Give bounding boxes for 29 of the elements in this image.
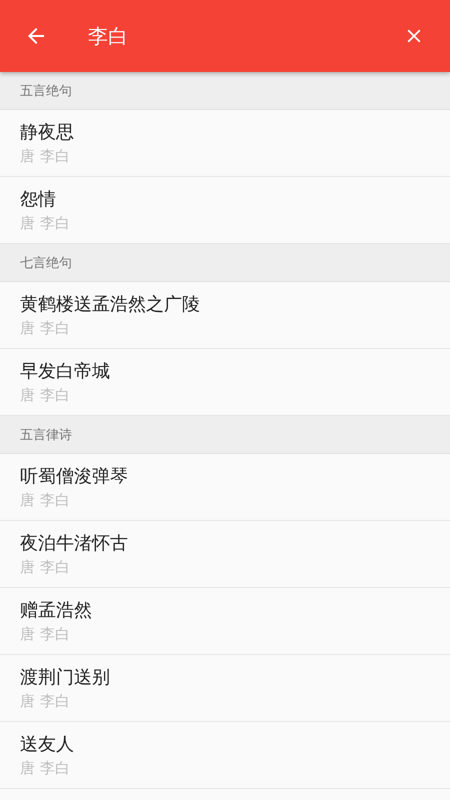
poem-author: 唐 李白: [20, 214, 71, 232]
poem-list-item[interactable]: 赠孟浩然 唐 李白: [0, 588, 450, 655]
section-title: 五言绝句: [20, 82, 72, 100]
page-title: 李白: [88, 22, 129, 50]
poem-title: 怨情: [20, 188, 57, 210]
poem-title: 静夜思: [20, 122, 75, 144]
poem-list-item[interactable]: 听蜀僧浚弹琴 唐 李白: [0, 454, 450, 521]
poem-author: 唐 李白: [20, 692, 71, 710]
poem-title: 夜泊牛渚怀古: [20, 532, 129, 554]
poem-author: 唐 李白: [20, 490, 71, 508]
poem-list-item[interactable]: 静夜思 唐 李白: [0, 110, 450, 177]
poem-title: 黄鹤楼送孟浩然之广陵: [20, 294, 201, 316]
poem-list-item[interactable]: 送友人 唐 李白: [0, 722, 450, 789]
poem-title: 赠孟浩然: [20, 600, 93, 622]
poem-author: 唐 李白: [20, 624, 71, 642]
poem-title: 听蜀僧浚弹琴: [20, 466, 129, 488]
poem-author: 唐 李白: [20, 558, 71, 576]
poem-author: 唐 李白: [20, 386, 71, 404]
poem-title: 渡荆门送别: [20, 666, 111, 688]
poem-author: 唐 李白: [20, 758, 71, 776]
poem-list-item[interactable]: 夜泊牛渚怀古 唐 李白: [0, 521, 450, 588]
poem-author: 唐 李白: [20, 146, 71, 164]
poem-author: 唐 李白: [20, 318, 71, 336]
poem-list-item[interactable]: 黄鹤楼送孟浩然之广陵 唐 李白: [0, 282, 450, 349]
poem-title: 送友人: [20, 734, 75, 756]
poem-list-item[interactable]: 渡荆门送别 唐 李白: [0, 655, 450, 722]
section-title: 五言律诗: [20, 426, 72, 444]
section-title: 七言绝句: [20, 254, 72, 272]
poem-title: 早发白帝城: [20, 360, 111, 382]
